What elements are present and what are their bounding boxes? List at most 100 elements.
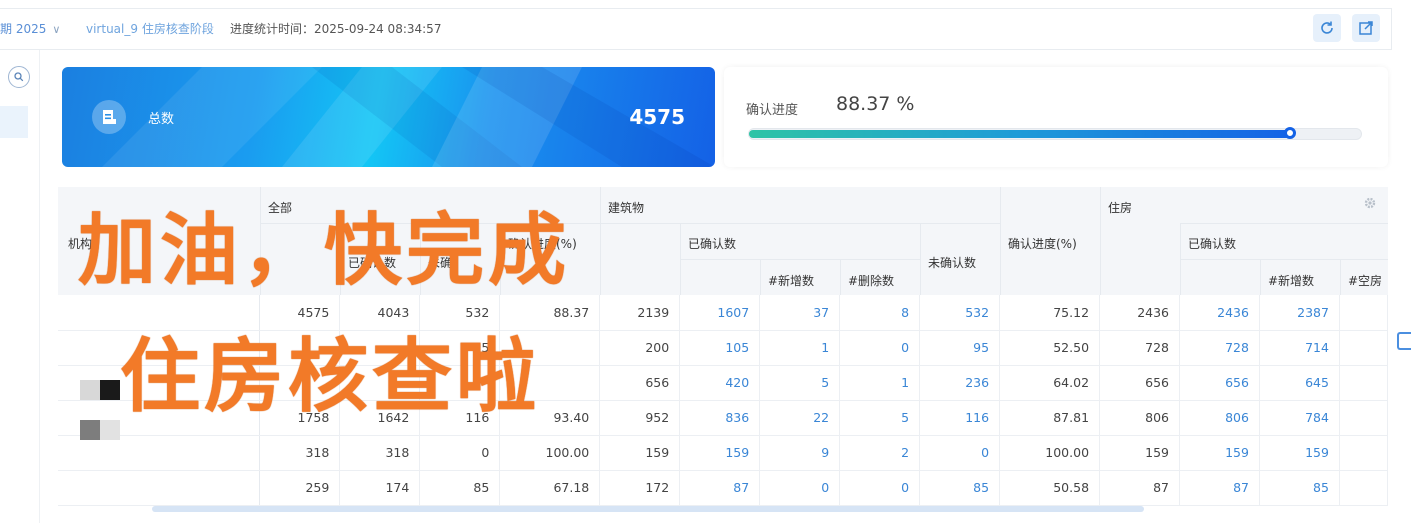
count-link[interactable]: 2 (839, 435, 921, 471)
table-cell: 159 (1099, 435, 1180, 471)
period-label: 期 2025 (0, 22, 47, 36)
table-cell (1339, 330, 1388, 366)
header-building-new: #新增数 (768, 274, 815, 288)
stat-time: 进度统计时间：2025-09-24 08:34:57 (230, 22, 442, 36)
overlay-caption-line1: 加油，快完成 (78, 206, 571, 296)
count-link[interactable]: 1607 (679, 295, 761, 331)
table-cell (1339, 400, 1388, 436)
count-link[interactable]: 2387 (1259, 295, 1340, 331)
search-icon (14, 72, 24, 82)
count-link[interactable]: 236 (919, 365, 1001, 401)
count-link[interactable]: 85 (1259, 470, 1340, 506)
count-link[interactable]: 420 (679, 365, 761, 401)
total-value: 4575 (629, 105, 685, 129)
side-panel-toggle[interactable] (1397, 332, 1411, 350)
table-cell: 2139 (599, 295, 681, 331)
redacted-org-label (80, 380, 100, 400)
period-select[interactable]: 期 2025 ∨ (0, 20, 60, 37)
progress-track (748, 127, 1362, 140)
progress-label: 确认进度 (746, 103, 799, 118)
count-link[interactable]: 95 (919, 330, 1001, 366)
table-cell: 318 (339, 435, 421, 471)
count-link[interactable]: 116 (919, 400, 1001, 436)
document-icon (92, 100, 126, 134)
header-housing-vacant: #空房 (1348, 274, 1383, 288)
count-link[interactable]: 2436 (1179, 295, 1260, 331)
count-link[interactable]: 85 (919, 470, 1001, 506)
count-link[interactable]: 836 (679, 400, 761, 436)
table-cell: 87 (1099, 470, 1180, 506)
table-cell: 64.02 (999, 365, 1101, 401)
count-link[interactable]: 0 (919, 435, 1001, 471)
table-cell: 52.50 (999, 330, 1101, 366)
count-link[interactable]: 159 (1259, 435, 1340, 471)
count-link[interactable]: 714 (1259, 330, 1340, 366)
count-link[interactable]: 645 (1259, 365, 1340, 401)
table-cell: 728 (1099, 330, 1180, 366)
table-row: 259 174 85 67.18 172 87 0 0 85 50.58 87 87 85 (58, 470, 1388, 506)
count-link[interactable]: 22 (759, 400, 841, 436)
refresh-button[interactable] (1313, 14, 1341, 42)
redacted-org-label (100, 380, 120, 400)
gear-icon[interactable] (1363, 196, 1377, 210)
table-cell (1339, 470, 1388, 506)
table-cell: 100.00 (999, 435, 1101, 471)
stage-link[interactable]: virtual_9 住房核查阶段 (86, 20, 214, 37)
header-housing-confirmed: 已确认数 (1188, 237, 1237, 251)
count-link[interactable]: 87 (679, 470, 761, 506)
export-button[interactable] (1352, 14, 1380, 42)
left-rail (0, 50, 40, 523)
table-cell: 952 (599, 400, 681, 436)
table-cell (1339, 295, 1388, 331)
header-housing-new: #新增数 (1268, 274, 1315, 288)
header-building: 建筑物 (608, 201, 645, 215)
count-link[interactable]: 159 (1179, 435, 1260, 471)
count-link[interactable]: 784 (1259, 400, 1340, 436)
count-link[interactable]: 0 (839, 330, 921, 366)
count-link[interactable]: 5 (839, 400, 921, 436)
count-link[interactable]: 806 (1179, 400, 1260, 436)
progress-card: 确认进度 88.37 % (724, 67, 1388, 167)
count-link[interactable]: 87 (1179, 470, 1260, 506)
table-cell: 50.58 (999, 470, 1101, 506)
table-cell: 2436 (1099, 295, 1180, 331)
table-cell: 100.00 (499, 435, 601, 471)
count-link[interactable]: 1 (759, 330, 841, 366)
count-link[interactable]: 532 (919, 295, 1001, 331)
count-link[interactable]: 159 (679, 435, 761, 471)
count-link[interactable]: 37 (759, 295, 841, 331)
table-cell: 806 (1099, 400, 1180, 436)
count-link[interactable]: 0 (839, 470, 921, 506)
redacted-org-label (80, 420, 100, 440)
progress-fill (749, 130, 1290, 138)
table-cell: 67.18 (499, 470, 601, 506)
header-building-deleted: #删除数 (848, 274, 895, 288)
org-cell (58, 435, 261, 471)
table-cell: 0 (419, 435, 501, 471)
count-link[interactable]: 1 (839, 365, 921, 401)
rail-item-active[interactable] (0, 106, 28, 138)
count-link[interactable]: 656 (1179, 365, 1260, 401)
top-bar: 期 2025 ∨ virtual_9 住房核查阶段 进度统计时间：2025-09-… (0, 8, 1392, 50)
redacted-org-label (100, 420, 120, 440)
count-link[interactable]: 8 (839, 295, 921, 331)
header-housing: 住房 (1108, 201, 1133, 215)
header-building-confirmed: 已确认数 (688, 237, 737, 251)
count-link[interactable]: 0 (759, 470, 841, 506)
table-cell: 656 (1099, 365, 1180, 401)
table-cell: 318 (259, 435, 341, 471)
table-cell: 174 (339, 470, 421, 506)
count-link[interactable]: 9 (759, 435, 841, 471)
table-cell: 87.81 (999, 400, 1101, 436)
total-card: 总数 4575 (62, 67, 715, 167)
count-link[interactable]: 105 (679, 330, 761, 366)
count-link[interactable]: 5 (759, 365, 841, 401)
header-building-progress: 确认进度(%) (1008, 237, 1077, 251)
total-label: 总数 (148, 112, 175, 127)
horizontal-scrollbar[interactable] (152, 506, 1144, 512)
count-link[interactable]: 728 (1179, 330, 1260, 366)
table-cell: 200 (599, 330, 681, 366)
search-button[interactable] (8, 66, 30, 88)
header-building-unconfirmed: 未确认数 (928, 256, 977, 270)
table-cell: 85 (419, 470, 501, 506)
